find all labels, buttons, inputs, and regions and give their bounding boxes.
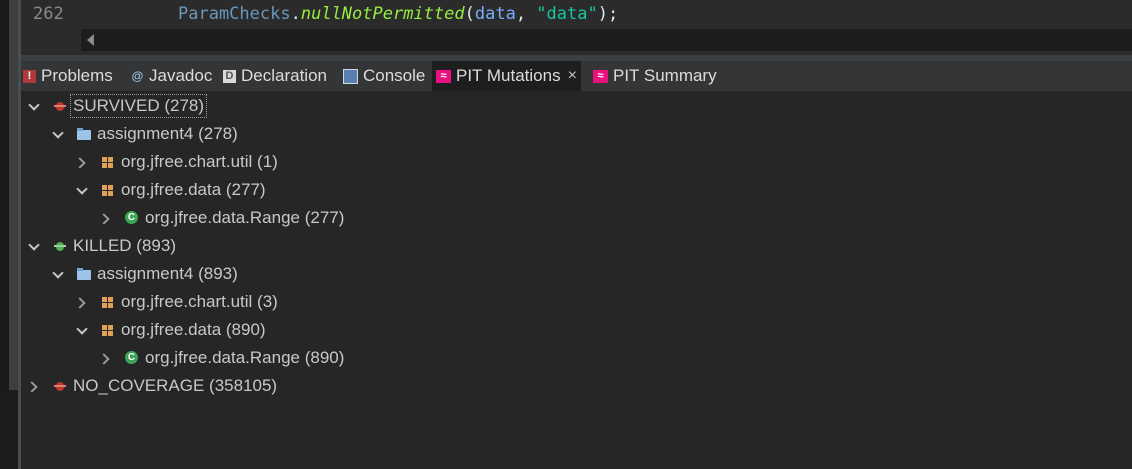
package-icon bbox=[101, 155, 115, 169]
bug-green-icon bbox=[53, 239, 67, 253]
left-gutter bbox=[0, 0, 21, 469]
tree-item-package[interactable]: org.jfree.data (890) bbox=[75, 316, 266, 344]
console-icon bbox=[343, 68, 358, 84]
tab-label: Console bbox=[363, 66, 426, 85]
code-dot-token: . bbox=[290, 4, 301, 24]
chevron-down-icon[interactable] bbox=[75, 323, 89, 337]
code-close: ); bbox=[597, 4, 619, 24]
chevron-down-icon[interactable] bbox=[51, 127, 65, 141]
bug-red-icon bbox=[53, 379, 67, 393]
code-editor[interactable]: 262 ParamChecks.nullNotPermitted(data, "… bbox=[21, 0, 1132, 55]
pit-icon: ≈ bbox=[593, 69, 608, 83]
tab-pit-summary[interactable]: ≈ PIT Summary bbox=[593, 61, 717, 91]
pit-icon: ≈ bbox=[436, 69, 451, 83]
tree-item-label: org.jfree.data (890) bbox=[121, 320, 266, 339]
tree-item-label: assignment4 (893) bbox=[97, 264, 238, 283]
javadoc-icon: @ bbox=[131, 69, 144, 83]
close-icon[interactable]: × bbox=[568, 67, 577, 85]
view-tab-bar: ! Problems @ Javadoc D Declaration Conso… bbox=[21, 55, 1132, 93]
chevron-right-icon[interactable] bbox=[99, 211, 113, 225]
chevron-right-icon[interactable] bbox=[75, 295, 89, 309]
code-open-paren: ( bbox=[464, 4, 475, 24]
chevron-right-icon[interactable] bbox=[75, 155, 89, 169]
tree-item-assignment4[interactable]: assignment4 (278) bbox=[51, 120, 238, 148]
tab-problems[interactable]: ! Problems bbox=[23, 61, 113, 91]
problems-icon: ! bbox=[23, 69, 36, 83]
package-icon bbox=[101, 323, 115, 337]
tree-item-assignment4[interactable]: assignment4 (893) bbox=[51, 260, 238, 288]
tree-item-label: SURVIVED (278) bbox=[70, 94, 208, 118]
code-method-token: nullNotPermitted bbox=[300, 4, 465, 24]
tree-item-package[interactable]: org.jfree.data (277) bbox=[75, 176, 266, 204]
code-comma: , bbox=[515, 4, 537, 24]
class-icon bbox=[125, 211, 139, 225]
code-text: ParamChecks.nullNotPermitted(data, "data… bbox=[178, 4, 618, 24]
tab-label: PIT Mutations bbox=[456, 66, 561, 85]
chevron-down-icon[interactable] bbox=[75, 183, 89, 197]
folder-icon bbox=[77, 267, 91, 281]
code-arg-token: data bbox=[474, 4, 516, 24]
tree-item-label: org.jfree.data (277) bbox=[121, 180, 266, 199]
scroll-left-arrow-icon[interactable] bbox=[87, 34, 94, 46]
mutations-tree: SURVIVED (278) assignment4 (278) org.jfr… bbox=[21, 91, 1132, 469]
tab-label: PIT Summary bbox=[613, 66, 717, 85]
chevron-down-icon[interactable] bbox=[51, 267, 65, 281]
tree-item-label: KILLED (893) bbox=[73, 236, 176, 255]
line-number: 262 bbox=[33, 4, 64, 24]
tab-label: Declaration bbox=[241, 66, 327, 85]
tab-declaration[interactable]: D Declaration bbox=[223, 61, 327, 91]
package-icon bbox=[101, 295, 115, 309]
tab-pit-mutations[interactable]: ≈ PIT Mutations × bbox=[432, 61, 581, 93]
horizontal-scrollbar[interactable] bbox=[81, 29, 1132, 51]
declaration-icon: D bbox=[223, 69, 236, 83]
tree-item-label: NO_COVERAGE (358105) bbox=[73, 376, 278, 395]
class-icon bbox=[125, 351, 139, 365]
tab-console[interactable]: Console bbox=[343, 61, 425, 91]
tree-item-class[interactable]: org.jfree.data.Range (277) bbox=[99, 204, 344, 232]
tab-javadoc[interactable]: @ Javadoc bbox=[131, 61, 213, 91]
folder-icon bbox=[77, 127, 91, 141]
tree-item-package[interactable]: org.jfree.chart.util (3) bbox=[75, 288, 278, 316]
chevron-right-icon[interactable] bbox=[99, 351, 113, 365]
package-icon bbox=[101, 183, 115, 197]
tree-item-package[interactable]: org.jfree.chart.util (1) bbox=[75, 148, 278, 176]
tree-item-label: org.jfree.chart.util (3) bbox=[121, 292, 278, 311]
bug-red-icon bbox=[53, 99, 67, 113]
code-string-token: "data" bbox=[536, 4, 598, 24]
code-line: 262 ParamChecks.nullNotPermitted(data, "… bbox=[21, 0, 1132, 30]
tree-item-label: assignment4 (278) bbox=[97, 124, 238, 143]
tree-item-killed[interactable]: KILLED (893) bbox=[27, 232, 176, 260]
code-class-token: ParamChecks bbox=[178, 4, 291, 24]
tree-item-label: org.jfree.data.Range (277) bbox=[145, 208, 345, 227]
tree-item-class[interactable]: org.jfree.data.Range (890) bbox=[99, 344, 344, 372]
chevron-down-icon[interactable] bbox=[27, 239, 41, 253]
chevron-down-icon[interactable] bbox=[27, 99, 41, 113]
tree-item-no-coverage[interactable]: NO_COVERAGE (358105) bbox=[27, 372, 277, 400]
tree-item-survived[interactable]: SURVIVED (278) bbox=[27, 92, 208, 120]
tab-label: Javadoc bbox=[149, 66, 213, 85]
tree-item-label: org.jfree.chart.util (1) bbox=[121, 152, 278, 171]
tab-label: Problems bbox=[41, 66, 113, 85]
chevron-right-icon[interactable] bbox=[27, 379, 41, 393]
tree-item-label: org.jfree.data.Range (890) bbox=[145, 348, 345, 367]
